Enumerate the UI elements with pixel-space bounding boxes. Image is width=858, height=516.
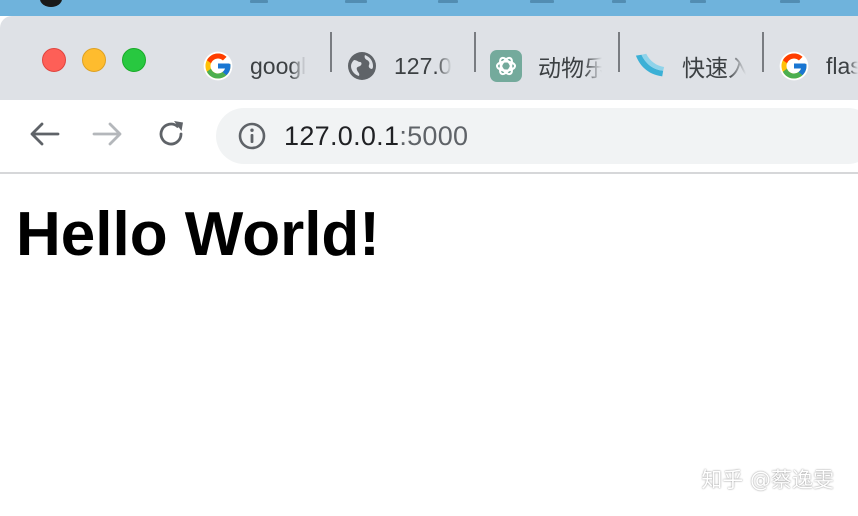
flask-icon	[634, 50, 666, 82]
forward-arrow-icon	[92, 120, 124, 153]
reload-button[interactable]	[152, 118, 192, 154]
window-close-button[interactable]	[42, 48, 66, 72]
tab-google-flask[interactable]: flas	[778, 46, 858, 86]
browser-window: googl 127.0 动物乐 快速入 flas 127.0.0.1:5000 …	[0, 16, 858, 516]
tab-strip: googl 127.0 动物乐 快速入 flas	[0, 16, 858, 100]
url-host: 127.0.0.1	[284, 120, 400, 151]
address-bar[interactable]: 127.0.0.1:5000	[216, 108, 858, 164]
tab-separator	[330, 32, 332, 72]
tab-title: 快速入	[682, 55, 746, 81]
page-heading: Hello World!	[16, 200, 380, 269]
menubar-item	[780, 0, 800, 3]
reload-icon	[156, 118, 188, 155]
url-port: :5000	[399, 120, 469, 151]
chatgpt-icon	[490, 50, 522, 82]
tab-separator	[618, 32, 620, 72]
menubar-item	[345, 0, 367, 3]
tab-separator	[474, 32, 476, 72]
tab-google[interactable]: googl	[202, 46, 314, 86]
google-g-icon	[202, 50, 234, 82]
watermark: 知乎 @蔡逸雯	[701, 468, 834, 492]
google-g-icon	[778, 50, 810, 82]
tab-flask-quickstart[interactable]: 快速入	[634, 46, 746, 86]
tab-chatgpt[interactable]: 动物乐	[490, 46, 602, 86]
window-minimize-button[interactable]	[82, 48, 106, 72]
tab-title: 127.0	[394, 52, 452, 79]
info-icon[interactable]	[236, 120, 268, 152]
menubar-item	[612, 0, 626, 3]
window-zoom-button[interactable]	[122, 48, 146, 72]
back-button[interactable]	[24, 118, 64, 154]
menubar-item	[690, 0, 706, 3]
tab-separator	[762, 32, 764, 72]
tab-title: flas	[826, 52, 858, 79]
tab-title: 动物乐	[538, 55, 602, 81]
menubar-item	[530, 0, 554, 3]
browser-toolbar: 127.0.0.1:5000	[0, 100, 858, 172]
apple-logo-icon[interactable]	[40, 0, 62, 7]
tab-title: googl	[250, 52, 307, 79]
tab-localhost[interactable]: 127.0	[346, 46, 458, 86]
url-text[interactable]: 127.0.0.1:5000	[284, 121, 468, 152]
menubar-item	[250, 0, 268, 3]
forward-button[interactable]	[88, 118, 128, 154]
globe-icon	[346, 50, 378, 82]
menubar-item	[438, 0, 458, 3]
page-content: Hello World! 知乎 @蔡逸雯	[0, 174, 858, 516]
desktop-menubar-strip	[0, 0, 858, 16]
back-arrow-icon	[28, 120, 60, 153]
